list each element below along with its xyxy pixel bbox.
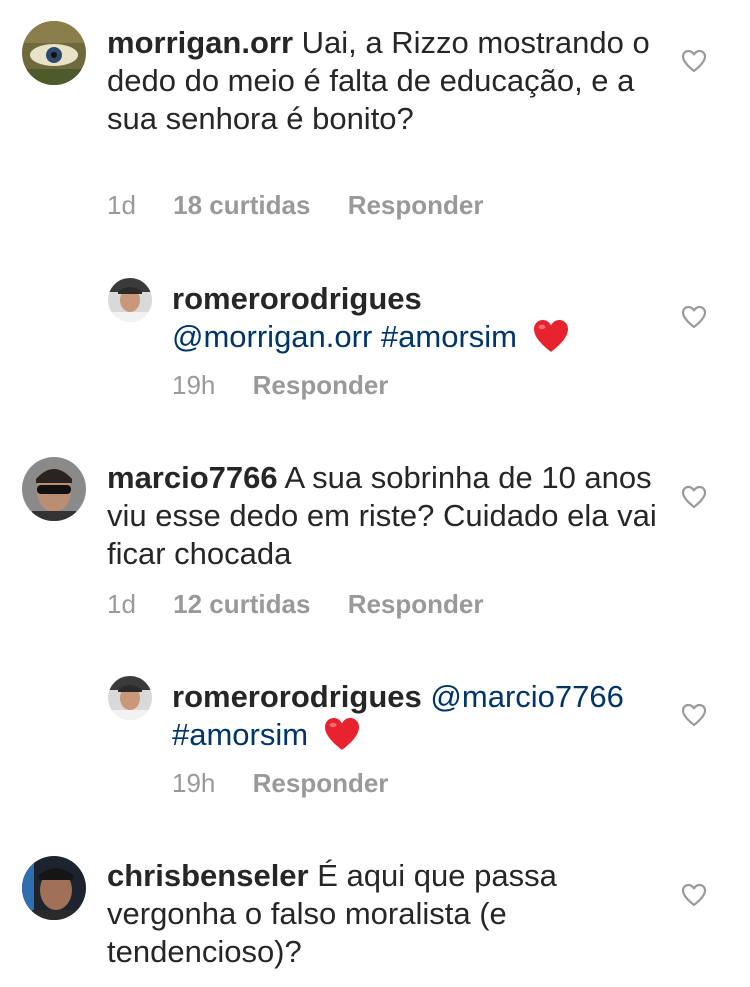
comment-text: marcio7766 A sua sobrinha de 10 anos viu… [107, 459, 667, 573]
comment-text: romerorodrigues @morrigan.orr #amorsim [172, 280, 672, 356]
avatar-image [108, 278, 152, 322]
comment-meta: 1d 12 curtidas Responder [107, 589, 484, 620]
comment-time: 1d [107, 589, 136, 619]
avatar[interactable] [22, 21, 86, 85]
red-heart-emoji-icon [532, 318, 570, 354]
like-heart-icon[interactable] [681, 485, 707, 509]
hashtag-link[interactable]: #amorsim [172, 717, 308, 752]
reply-button[interactable]: Responder [253, 370, 389, 401]
reply-button[interactable]: Responder [348, 589, 484, 620]
comment-username[interactable]: morrigan.orr [107, 25, 293, 60]
comment-time: 19h [172, 768, 216, 798]
red-heart-emoji-icon [323, 716, 361, 752]
avatar-image [22, 457, 86, 521]
comment-likes[interactable]: 12 curtidas [173, 589, 310, 620]
like-heart-icon[interactable] [681, 883, 707, 907]
comment-text: morrigan.orr Uai, a Rizzo mostrando o de… [107, 24, 667, 138]
avatar[interactable] [108, 278, 152, 322]
mention-link[interactable]: @marcio7766 [430, 679, 623, 714]
avatar[interactable] [22, 457, 86, 521]
comment-meta: 19h Responder [172, 370, 388, 401]
comment-text: chrisbenseler É aqui que passa vergonha … [107, 857, 667, 971]
avatar[interactable] [22, 856, 86, 920]
hashtag-link[interactable]: #amorsim [381, 319, 517, 354]
like-heart-icon[interactable] [681, 49, 707, 73]
comment-meta: 19h Responder [172, 768, 388, 799]
comment-username[interactable]: marcio7766 [107, 460, 278, 495]
reply-button[interactable]: Responder [253, 768, 389, 799]
like-heart-icon[interactable] [681, 305, 707, 329]
avatar-image [22, 21, 86, 85]
avatar[interactable] [108, 676, 152, 720]
reply-button[interactable]: Responder [348, 190, 484, 221]
comment-meta: 1d 18 curtidas Responder [107, 190, 484, 221]
comment-username[interactable]: chrisbenseler [107, 858, 309, 893]
comment-likes[interactable]: 18 curtidas [173, 190, 310, 221]
comment-text: romerorodrigues @marcio7766 #amorsim [172, 678, 672, 754]
comment-time: 1d [107, 190, 136, 220]
comment-username[interactable]: romerorodrigues [172, 281, 422, 316]
avatar-image [108, 676, 152, 720]
mention-link[interactable]: @morrigan.orr [172, 319, 372, 354]
comment-time: 19h [172, 370, 216, 400]
avatar-image [22, 856, 86, 920]
comment-username[interactable]: romerorodrigues [172, 679, 422, 714]
like-heart-icon[interactable] [681, 703, 707, 727]
